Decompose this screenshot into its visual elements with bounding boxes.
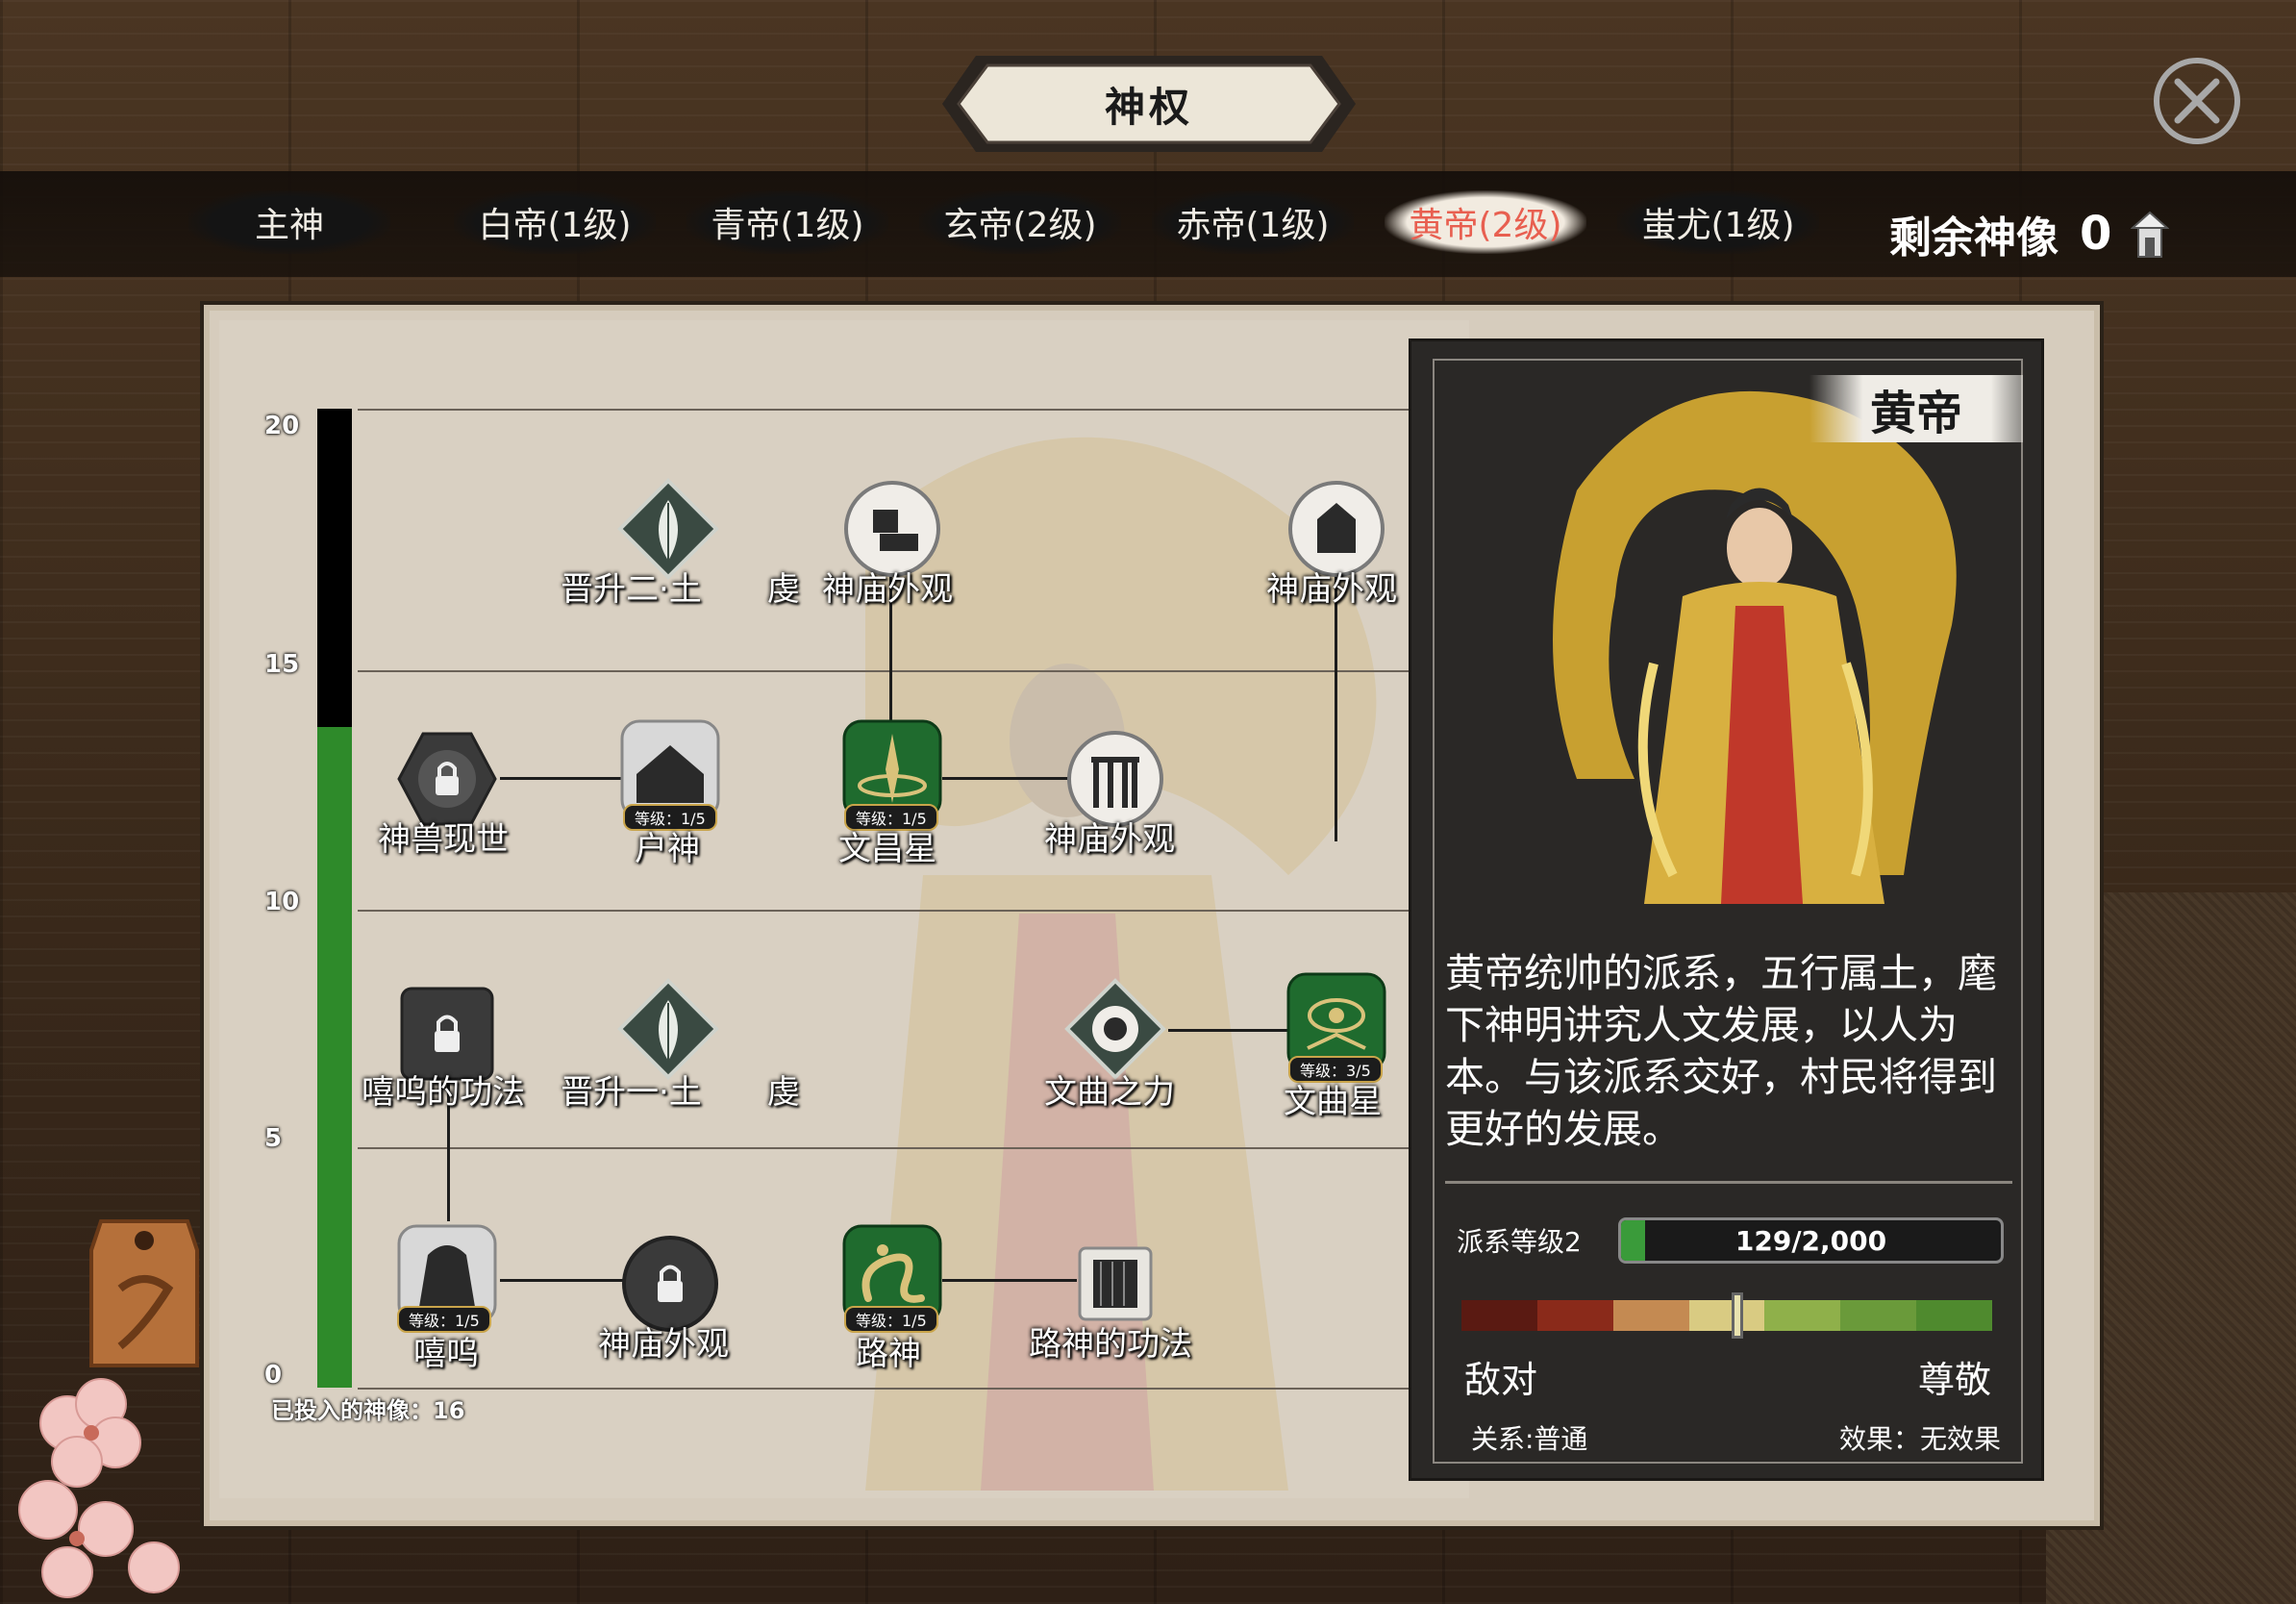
relation-segment: [1840, 1300, 1917, 1331]
remaining-label: 剩余神像: [1889, 213, 2059, 263]
wenqu-star-label: 文曲星: [1284, 1083, 1382, 1121]
temple-appearance-label-3: 神庙外观: [1044, 820, 1175, 859]
relation-segment: [1688, 1300, 1765, 1331]
remaining-count: 0: [2080, 207, 2112, 261]
title-plaque: 神权: [937, 46, 1360, 162]
faction-level-label: 派系等级2: [1457, 1226, 1582, 1258]
connector: [1168, 1029, 1293, 1032]
invested-statues: 已投入的神像：16: [271, 1397, 465, 1424]
deity-name: 黄帝: [1809, 375, 2023, 442]
statue-icon: [2131, 211, 2170, 258]
yellow-emperor-portrait: [1553, 390, 1957, 904]
relation-status: 关系:普通: [1471, 1423, 1588, 1455]
ascend-tier2-label: 晋升二·土 虔: [561, 570, 800, 609]
relation-segment: [1916, 1300, 1993, 1331]
faction-xp-bar: 129/2,000: [1618, 1217, 2004, 1264]
relation-segment: [1461, 1300, 1537, 1331]
temple-appearance-label-2: 神庙外观: [1266, 570, 1397, 609]
tier-line-0: [358, 1388, 1415, 1390]
tier-line-10: [358, 910, 1415, 912]
tier-label-10: 10: [264, 888, 300, 916]
tab-azure-emperor[interactable]: 青帝(1级): [686, 190, 888, 254]
tier-label-15: 15: [264, 650, 300, 679]
relation-marker: [1732, 1292, 1744, 1339]
relation-segment: [1612, 1300, 1689, 1331]
connector: [942, 1279, 1077, 1282]
tier-label-5: 5: [264, 1124, 283, 1153]
tier-label-0: 0: [264, 1361, 283, 1390]
connector: [500, 777, 635, 780]
relation-segment: [1536, 1300, 1613, 1331]
page-title: 神权: [1104, 83, 1193, 131]
tier-line-20: [358, 409, 1415, 411]
respect-label: 尊敬: [1918, 1359, 1992, 1401]
tab-yellow-emperor[interactable]: 黄帝(2级): [1385, 190, 1586, 254]
temple-appearance-label-1: 神庙外观: [822, 570, 953, 609]
xiwu-art-label: 嘻呜的功法: [362, 1073, 525, 1112]
connector: [500, 1279, 625, 1282]
ascend-tier1-label: 晋升一·土 虔: [561, 1073, 800, 1112]
close-icon[interactable]: [2149, 53, 2245, 149]
tier-line-15: [358, 670, 1415, 672]
tab-black-emperor[interactable]: 玄帝(2级): [919, 190, 1121, 254]
tab-chiyou[interactable]: 蚩尤(1级): [1617, 190, 1819, 254]
household-god-label: 户神: [635, 830, 700, 868]
hostile-label: 敌对: [1464, 1359, 1538, 1401]
xiwu-label: 嘻呜: [413, 1335, 479, 1373]
cherry-blossom-decoration: [18, 1378, 180, 1598]
relation-meter: [1461, 1300, 1993, 1331]
connector: [942, 777, 1077, 780]
relation-effect: 效果：无效果: [1839, 1423, 2002, 1455]
road-god-label: 路神: [856, 1335, 921, 1373]
tab-red-emperor[interactable]: 赤帝(1级): [1152, 190, 1354, 254]
road-god-art-label: 路神的功法: [1029, 1325, 1192, 1364]
tier-line-5: [358, 1147, 1415, 1149]
divine-beast-label: 神兽现世: [378, 820, 509, 859]
tier-label-20: 20: [264, 412, 300, 440]
statue-progress-fill: [317, 727, 352, 1388]
deity-description: 黄帝统帅的派系，五行属土，麾下神明讲究人文发展，以人为本。与该派系交好，村民将得…: [1445, 950, 1997, 1152]
faction-xp-text: 129/2,000: [1734, 1224, 1887, 1257]
remaining-statues: 剩余神像 0: [1889, 200, 2170, 267]
tab-white-emperor[interactable]: 白帝(1级): [454, 190, 656, 254]
tab-main-god[interactable]: 主神: [188, 190, 390, 254]
wenqu-power-label: 文曲之力: [1044, 1073, 1175, 1112]
divider: [1445, 1181, 2012, 1184]
relation-segment: [1764, 1300, 1841, 1331]
temple-appearance-label-4: 神庙外观: [598, 1325, 729, 1364]
wenchang-star-label: 文昌星: [838, 830, 936, 868]
